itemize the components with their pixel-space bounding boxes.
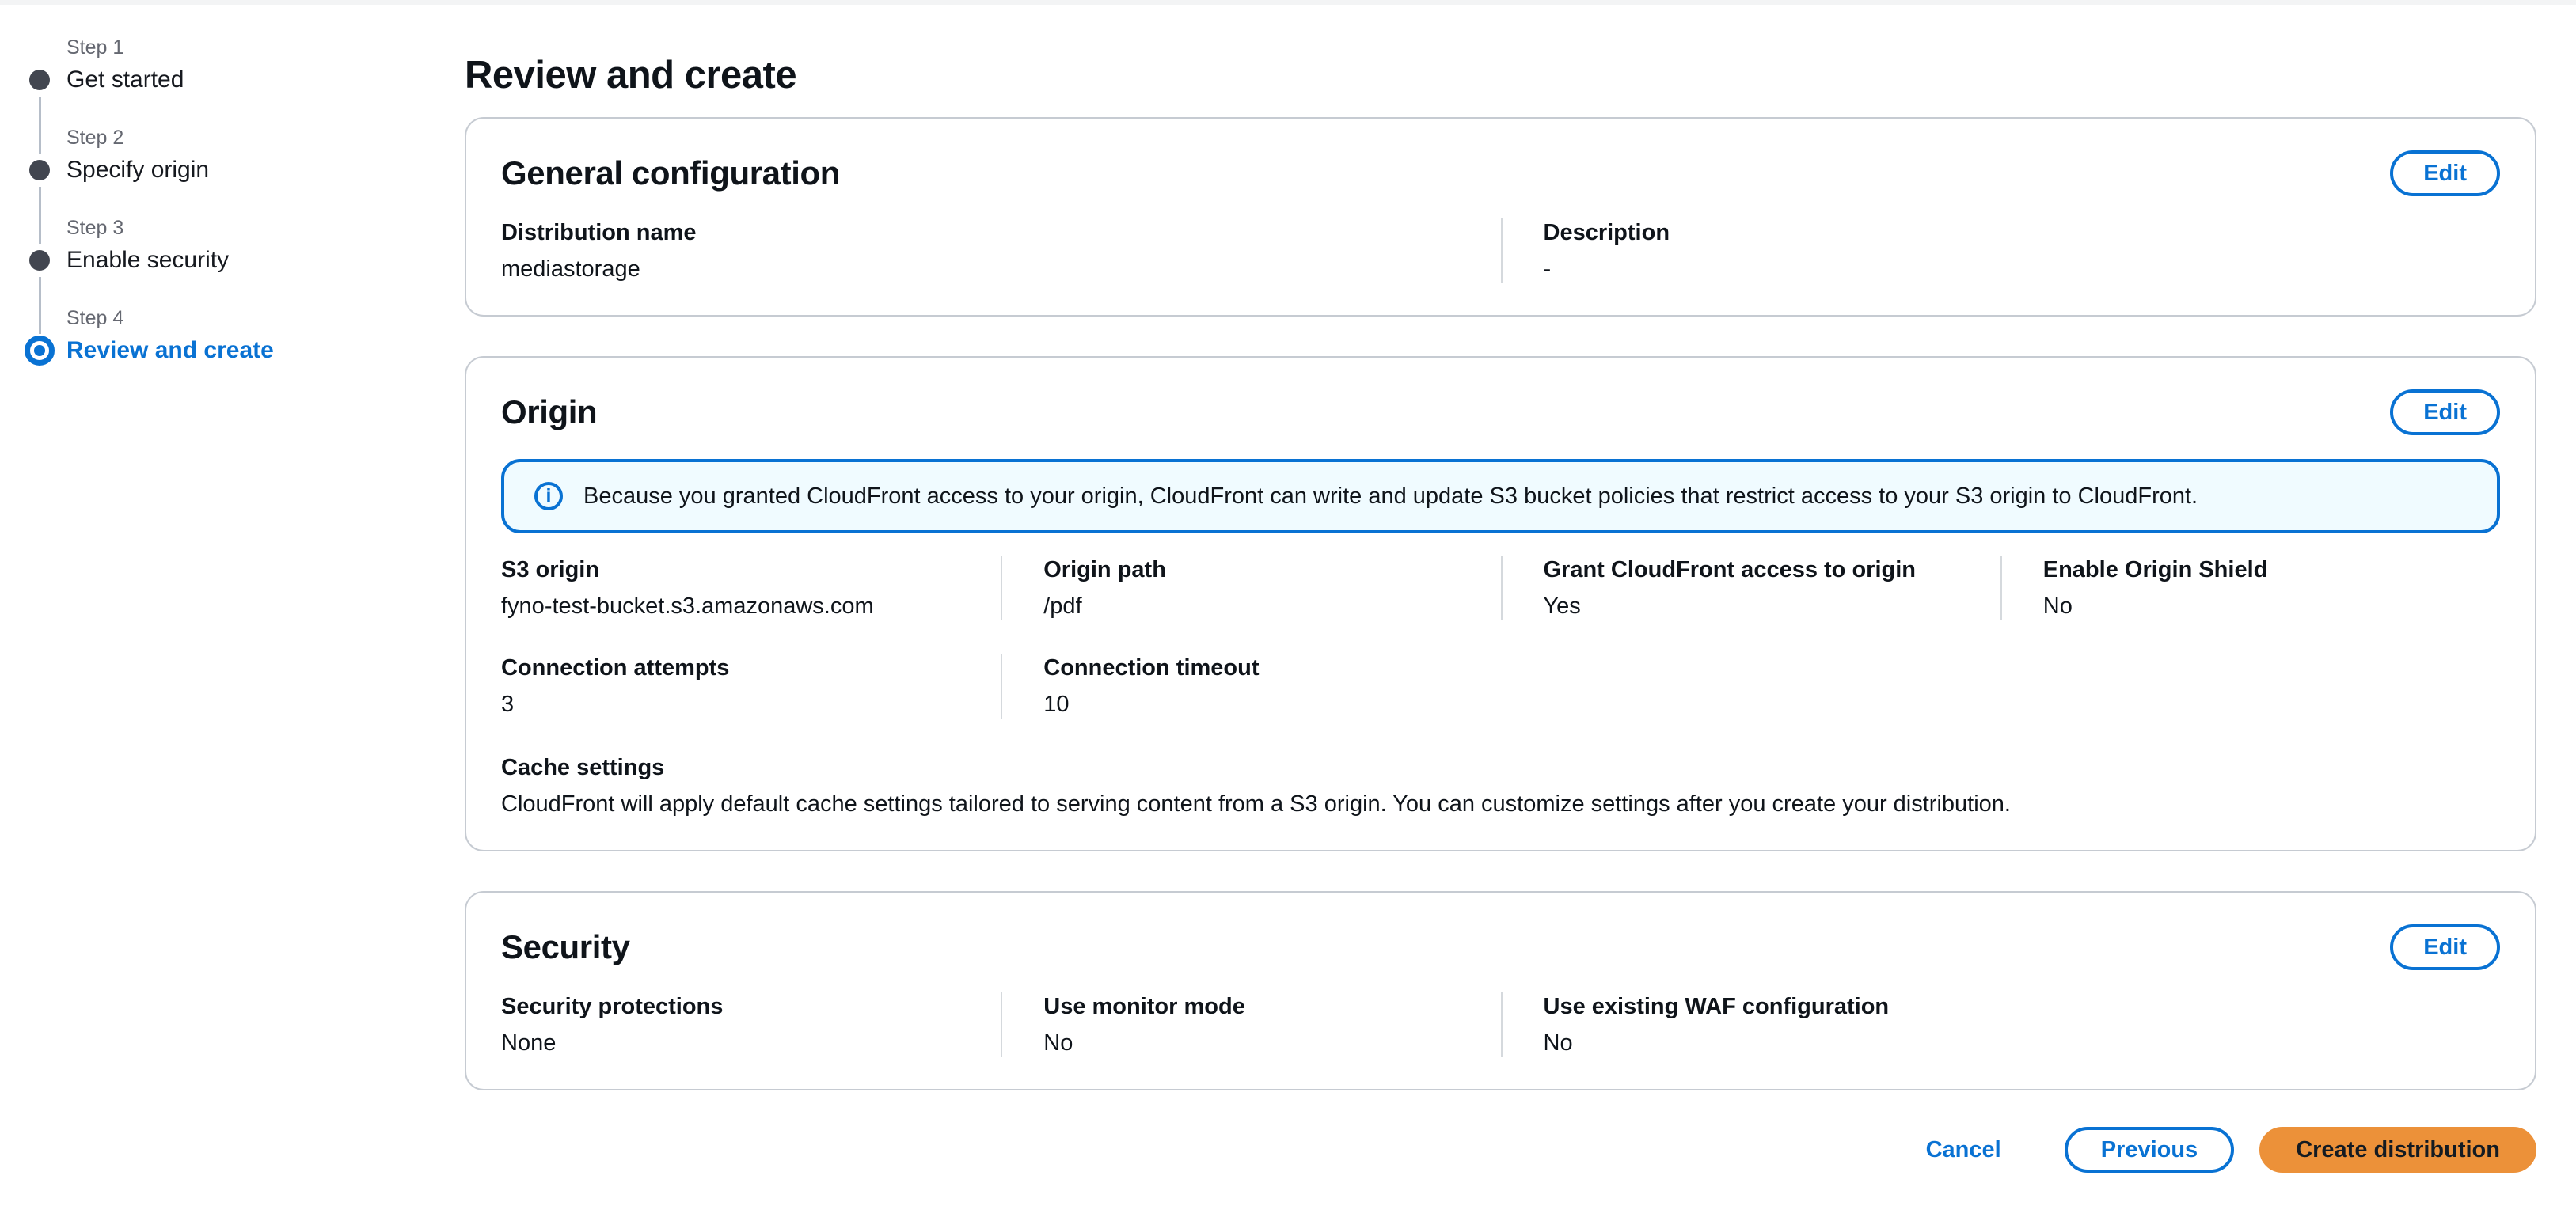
step-item-review-and-create: Step 4 Review and create — [21, 305, 432, 396]
create-distribution-button[interactable]: Create distribution — [2259, 1127, 2536, 1173]
step-dot-icon — [29, 250, 50, 271]
origin-title: Origin — [501, 392, 597, 433]
step-item-enable-security: Step 3 Enable security — [21, 215, 432, 305]
field-label: Grant CloudFront access to origin — [1544, 556, 1969, 584]
wizard-footer-actions: Cancel Previous Create distribution — [465, 1127, 2536, 1173]
general-configuration-title: General configuration — [501, 153, 840, 194]
field-label: Connection timeout — [1043, 654, 1468, 682]
edit-general-configuration-button[interactable]: Edit — [2390, 150, 2500, 196]
field-value: fyno-test-bucket.s3.amazonaws.com — [501, 592, 969, 620]
step-number: Step 3 — [66, 215, 432, 241]
field-connection-timeout: Connection timeout 10 — [1001, 654, 1500, 719]
field-enable-origin-shield: Enable Origin Shield No — [2000, 556, 2500, 620]
field-value: Yes — [1544, 592, 1969, 620]
cancel-button[interactable]: Cancel — [1926, 1137, 2001, 1163]
field-grant-cloudfront-access: Grant CloudFront access to origin Yes — [1501, 556, 2000, 620]
field-value: CloudFront will apply default cache sett… — [501, 790, 2500, 818]
field-origin-path: Origin path /pdf — [1001, 556, 1500, 620]
info-icon: i — [534, 482, 563, 510]
field-label: Use monitor mode — [1043, 992, 1468, 1021]
edit-origin-button[interactable]: Edit — [2390, 389, 2500, 435]
step-number: Step 1 — [66, 35, 432, 60]
field-label: S3 origin — [501, 556, 969, 584]
step-item-get-started: Step 1 Get started — [21, 35, 432, 125]
step-link-specify-origin[interactable]: Specify origin — [66, 155, 432, 185]
field-connection-attempts: Connection attempts 3 — [501, 654, 1001, 719]
field-label: Origin path — [1043, 556, 1468, 584]
field-label: Use existing WAF configuration — [1544, 992, 2469, 1021]
field-value: No — [1544, 1029, 2469, 1057]
field-use-monitor-mode: Use monitor mode No — [1001, 992, 1500, 1057]
field-s3-origin: S3 origin fyno-test-bucket.s3.amazonaws.… — [501, 556, 1001, 620]
step-number: Step 2 — [66, 125, 432, 150]
origin-card: Origin Edit i Because you granted CloudF… — [465, 356, 2536, 851]
field-value: 3 — [501, 690, 969, 719]
main-content: Review and create General configuration … — [465, 35, 2536, 1173]
field-value: 10 — [1043, 690, 1468, 719]
field-distribution-name: Distribution name mediastorage — [501, 218, 1501, 283]
security-title: Security — [501, 927, 630, 968]
origin-info-alert: i Because you granted CloudFront access … — [501, 459, 2500, 533]
previous-button[interactable]: Previous — [2065, 1127, 2235, 1173]
field-label: Cache settings — [501, 753, 2500, 782]
security-card: Security Edit Security protections None … — [465, 891, 2536, 1090]
origin-info-alert-text: Because you granted CloudFront access to… — [583, 481, 2198, 511]
field-label: Security protections — [501, 992, 969, 1021]
field-value: None — [501, 1029, 969, 1057]
field-value: mediastorage — [501, 255, 1469, 283]
step-link-review-and-create[interactable]: Review and create — [66, 336, 432, 366]
edit-security-button[interactable]: Edit — [2390, 924, 2500, 970]
field-cache-settings: Cache settings CloudFront will apply def… — [501, 753, 2500, 818]
field-label: Description — [1544, 218, 2469, 247]
page-title: Review and create — [465, 35, 2536, 100]
field-use-existing-waf-configuration: Use existing WAF configuration No — [1501, 992, 2501, 1057]
step-item-specify-origin: Step 2 Specify origin — [21, 125, 432, 215]
field-label: Connection attempts — [501, 654, 969, 682]
field-label: Distribution name — [501, 218, 1469, 247]
page-top-divider — [0, 0, 2576, 5]
step-link-get-started[interactable]: Get started — [66, 65, 432, 95]
step-dot-icon — [29, 160, 50, 180]
field-value: No — [1043, 1029, 1468, 1057]
field-value: No — [2043, 592, 2468, 620]
field-description: Description - — [1501, 218, 2501, 283]
field-security-protections: Security protections None — [501, 992, 1001, 1057]
step-active-dot-icon — [25, 336, 55, 366]
step-link-enable-security[interactable]: Enable security — [66, 245, 432, 275]
field-value: /pdf — [1043, 592, 1468, 620]
step-dot-icon — [29, 70, 50, 90]
wizard-steps-nav: Step 1 Get started Step 2 Specify origin… — [21, 35, 432, 396]
step-number: Step 4 — [66, 305, 432, 331]
field-value: - — [1544, 255, 2469, 283]
field-label: Enable Origin Shield — [2043, 556, 2468, 584]
general-configuration-card: General configuration Edit Distribution … — [465, 117, 2536, 317]
